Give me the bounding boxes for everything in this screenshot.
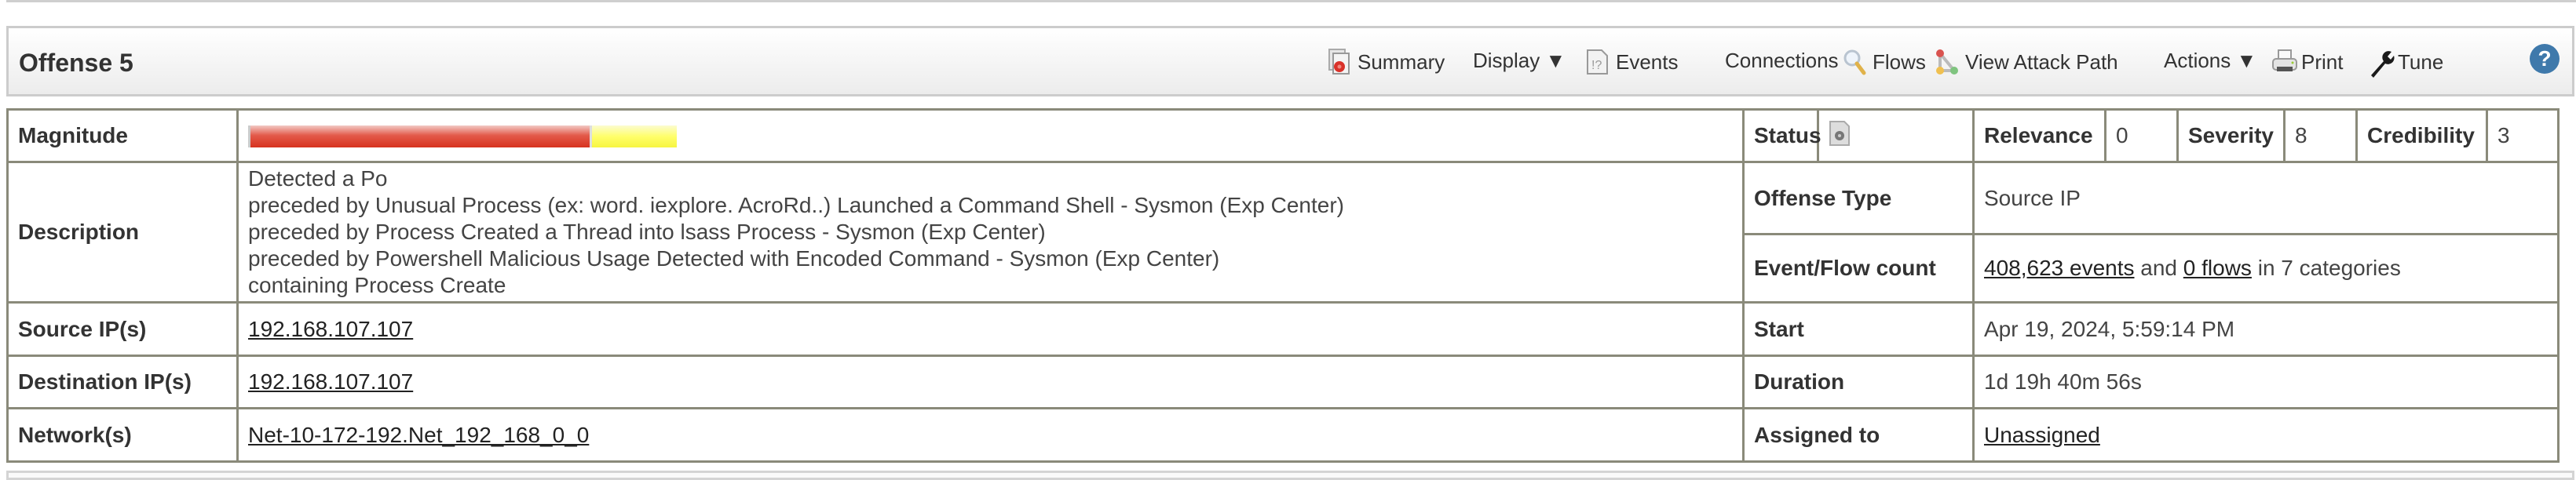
magnitude-row: Magnitude Status Relevance 0 Severity 8 … — [6, 108, 2560, 163]
offense-type-value: Source IP — [1972, 161, 2560, 235]
description-line: preceded by Process Created a Thread int… — [248, 220, 1046, 244]
wrench-icon — [2368, 49, 2395, 78]
events-label: Events — [1616, 49, 1679, 74]
destination-ip-link[interactable]: 192.168.107.107 — [248, 369, 413, 394]
flows-count-link[interactable]: 0 flows — [2183, 256, 2252, 280]
description-row-a: Description Detected a Po preceded by Un… — [6, 161, 2560, 304]
display-dropdown[interactable]: Display ▼ — [1473, 49, 1566, 73]
description-line: preceded by Unusual Process (ex: word. i… — [248, 193, 1344, 217]
credibility-label: Credibility — [2355, 108, 2488, 163]
duration-value: 1d 19h 40m 56s — [1972, 355, 2560, 409]
events-count-link[interactable]: 408,623 events — [1984, 256, 2135, 280]
summary-button[interactable]: Summary — [1328, 49, 1445, 75]
display-label: Display ▼ — [1473, 49, 1566, 72]
severity-value: 8 — [2283, 108, 2358, 163]
toolbar: Summary Display ▼ !? Events Connections … — [9, 28, 2572, 94]
event-flow-count-value: 408,623 events and 0 flows in 7 categori… — [1972, 233, 2560, 304]
magnitude-label: Magnitude — [6, 108, 239, 163]
assigned-to-label: Assigned to — [1742, 407, 1975, 463]
offense-type-label: Offense Type — [1742, 161, 1975, 235]
start-label: Start — [1742, 301, 1975, 357]
summary-icon — [1328, 49, 1351, 75]
top-divider — [6, 0, 2576, 2]
summary-label: Summary — [1357, 49, 1445, 74]
duration-label: Duration — [1742, 355, 1975, 409]
network-link[interactable]: Net-10-172-192.Net_192_168_0_0 — [248, 423, 589, 447]
view-attack-path-label: View Attack Path — [1965, 49, 2118, 74]
offense-details-table: Magnitude Status Relevance 0 Severity 8 … — [6, 108, 2560, 463]
magnitude-bar-red — [248, 125, 590, 147]
network-row: Network(s) Net-10-172-192.Net_192_168_0_… — [6, 407, 2560, 463]
relevance-value: 0 — [2104, 108, 2179, 163]
help-icon[interactable]: ? — [2530, 44, 2560, 74]
relevance-label: Relevance — [1972, 108, 2106, 163]
description-line: Detected a Po — [248, 166, 388, 191]
destination-ips-label: Destination IP(s) — [6, 355, 239, 409]
bottom-panel-edge — [6, 471, 2574, 480]
destination-ip-row: Destination IP(s) 192.168.107.107 Durati… — [6, 355, 2560, 409]
attack-path-icon — [1935, 49, 1959, 75]
actions-label: Actions ▼ — [2164, 49, 2257, 72]
actions-dropdown[interactable]: Actions ▼ — [2164, 49, 2256, 73]
view-attack-path-button[interactable]: View Attack Path — [1935, 49, 2118, 75]
categories-text: in 7 categories — [2251, 256, 2401, 280]
magnitude-bar-yellow — [590, 125, 677, 147]
flows-button[interactable]: Flows — [1843, 49, 1926, 75]
event-flow-count-label: Event/Flow count — [1742, 233, 1975, 304]
magnifier-icon — [1843, 49, 1866, 75]
status-cell — [1817, 108, 1975, 163]
start-value: Apr 19, 2024, 5:59:14 PM — [1972, 301, 2560, 357]
source-ips-label: Source IP(s) — [6, 301, 239, 357]
events-button[interactable]: !? Events — [1586, 49, 1679, 75]
status-label: Status — [1742, 108, 1821, 163]
flows-label: Flows — [1873, 49, 1926, 74]
print-button[interactable]: Print — [2271, 49, 2343, 75]
events-icon: !? — [1586, 49, 1610, 75]
print-label: Print — [2301, 49, 2344, 74]
magnitude-cell — [236, 108, 1745, 163]
description-value: Detected a Po preceded by Unusual Proces… — [236, 161, 1745, 304]
connections-label: Connections — [1725, 49, 1839, 72]
and-text: and — [2134, 256, 2183, 280]
status-document-icon[interactable] — [1829, 120, 1851, 152]
description-line: preceded by Powershell Malicious Usage D… — [248, 246, 1220, 271]
severity-label: Severity — [2176, 108, 2286, 163]
tune-label: Tune — [2398, 49, 2444, 74]
description-line: containing Process Create — [248, 273, 506, 297]
assigned-to-link[interactable]: Unassigned — [1984, 423, 2100, 447]
printer-icon — [2271, 49, 2297, 75]
connections-button[interactable]: Connections — [1725, 49, 1839, 73]
description-label: Description — [6, 161, 239, 304]
source-ip-link[interactable]: 192.168.107.107 — [248, 317, 413, 341]
offense-header: Offense 5 Summary Display ▼ !? Events Co… — [6, 26, 2574, 96]
networks-label: Network(s) — [6, 407, 239, 463]
source-ip-row: Source IP(s) 192.168.107.107 Start Apr 1… — [6, 301, 2560, 357]
svg-text:!?: !? — [1591, 59, 1602, 72]
magnitude-bar — [248, 125, 1733, 147]
tune-button[interactable]: Tune — [2368, 49, 2444, 78]
credibility-value: 3 — [2486, 108, 2560, 163]
